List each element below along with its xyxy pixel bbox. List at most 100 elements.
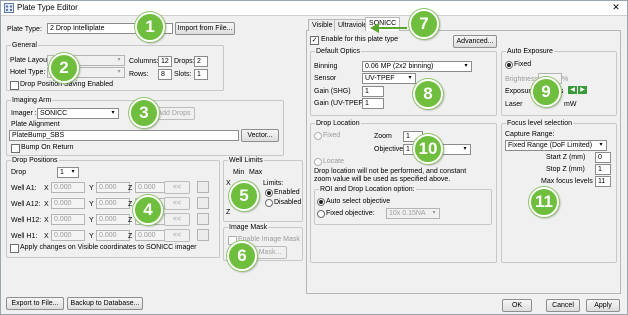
x-label: X (44, 217, 49, 224)
capture-position-icon[interactable] (197, 181, 209, 193)
enable-plate-type-checkbox[interactable]: ✓ (310, 36, 319, 45)
rows-label: Rows: (129, 71, 149, 78)
add-drops-button[interactable]: Add Drops (153, 107, 195, 120)
tab-visible[interactable]: Visible (308, 19, 337, 31)
callout-2-badge: 2 (49, 53, 79, 83)
columns-input[interactable]: 12 (158, 56, 172, 67)
import-from-file-button[interactable]: Import from File... (175, 22, 235, 35)
imager-select[interactable]: SONICC ▾ (37, 108, 119, 119)
vector-button[interactable]: Vector... (241, 129, 279, 142)
rows-input[interactable]: 8 (158, 69, 172, 80)
drop-location-note: Drop location will not be performed, and… (314, 168, 467, 183)
backup-to-database-button[interactable]: Backup to Database... (67, 297, 143, 310)
capture-position-icon[interactable] (197, 197, 209, 209)
well-y-input[interactable]: 0.000 (96, 230, 130, 241)
well-y-input[interactable]: 0.000 (96, 214, 130, 225)
gain-uv-label: Gain (UV-TPEF) (314, 100, 365, 107)
go-to-well-button[interactable]: << (164, 181, 190, 194)
plate-type-editor-window: Plate Type Editor ✕ Plate Type: 2 Drop I… (0, 0, 628, 315)
apply-changes-checkbox[interactable] (10, 244, 19, 253)
well-limits-caption: Well Limits (228, 156, 264, 165)
go-to-well-button[interactable]: << (164, 229, 190, 242)
max-focus-input[interactable]: 11 (595, 176, 611, 187)
advanced-button[interactable]: Advanced... (453, 35, 497, 48)
chevron-down-icon: ▾ (464, 63, 468, 69)
binning-select[interactable]: 0.06 MP (2x2 binning) ▾ (362, 61, 472, 72)
drop-position-saving-checkbox[interactable] (10, 81, 19, 90)
plate-alignment-input[interactable]: PlateBump_SBS (9, 130, 239, 141)
exposure-up-icon[interactable]: ▶ (578, 86, 587, 94)
well-x-input[interactable]: 0.000 (51, 214, 85, 225)
locate-radio[interactable] (314, 158, 322, 166)
auto-select-objective-radio[interactable] (317, 198, 325, 206)
exposure-fixed-radio[interactable] (505, 61, 513, 69)
gain-uv-input[interactable]: 1 (362, 98, 384, 109)
gain-shg-input[interactable]: 1 (362, 86, 384, 97)
slots-input[interactable]: 1 (194, 69, 208, 80)
close-icon[interactable]: ✕ (609, 1, 623, 14)
fixed-objective-select[interactable]: 10x 0.15NA ▾ (386, 208, 440, 219)
callout-6-badge: 6 (227, 241, 257, 271)
stop-z-input[interactable]: 1 (595, 164, 611, 175)
drop-positions-caption: Drop Positions (11, 156, 59, 165)
app-icon (4, 3, 14, 13)
min-label: Min (233, 169, 245, 176)
drop-location-caption: Drop Location (315, 119, 361, 128)
capture-position-icon[interactable] (197, 213, 209, 225)
go-to-well-button[interactable]: << (164, 213, 190, 226)
chevron-down-icon: ▾ (111, 110, 115, 116)
limits-disabled-radio[interactable] (265, 199, 273, 207)
z-label: Z (128, 217, 133, 224)
locate-label: Locate (323, 158, 345, 165)
capture-position-icon[interactable] (197, 229, 209, 241)
roi-group: ROI and Drop Location option: (314, 185, 492, 225)
callout-10-badge: 10 (413, 134, 443, 164)
auto-exposure-caption: Auto Exposure (506, 47, 554, 56)
drop-select[interactable]: 1 ▾ (57, 167, 79, 178)
gain-shg-label: Gain (SHG) (314, 88, 351, 95)
capture-range-select[interactable]: Fixed Range (DoF Limited) ▾ (505, 140, 607, 151)
export-to-file-button[interactable]: Export to File... (6, 297, 64, 310)
default-optics-caption: Default Optics (315, 47, 361, 56)
callout-4-badge: 4 (133, 195, 163, 225)
exposure-down-icon[interactable]: ◀ (568, 86, 577, 94)
zoom-label: Zoom (374, 133, 392, 140)
well-x-input[interactable]: 0.000 (51, 182, 85, 193)
max-label: Max (249, 169, 263, 176)
mask-button[interactable]: Mask... (253, 246, 287, 259)
drop-location-fixed-label: Fixed (323, 132, 341, 139)
well-y-input[interactable]: 0.000 (96, 198, 130, 209)
fixed-objective-radio[interactable] (317, 210, 325, 218)
limits-enabled-radio[interactable] (265, 189, 273, 197)
go-to-well-button[interactable]: << (164, 197, 190, 210)
well-z-input[interactable]: 0.000 (135, 182, 165, 193)
ok-button[interactable]: OK (502, 299, 532, 312)
well-y-input[interactable]: 0.000 (96, 182, 130, 193)
x-label: X (44, 185, 49, 192)
callout-1-badge: 1 (135, 12, 165, 42)
apply-button[interactable]: Apply (586, 299, 620, 312)
well-z-input[interactable]: 0.000 (135, 230, 165, 241)
drop-location-fixed-radio[interactable] (314, 132, 322, 140)
columns-label: Columns: (129, 58, 159, 65)
binning-label: Binning (314, 63, 338, 70)
max-focus-label: Max focus levels (541, 178, 593, 185)
enable-plate-type-label: Enable for this plate type (321, 36, 399, 43)
roi-caption: ROI and Drop Location option: (319, 185, 416, 194)
bump-on-return-label: Bump On Return (21, 144, 74, 151)
limits-enabled-label: Enabled (274, 189, 300, 196)
laser-mw: mW (564, 101, 577, 108)
plate-type-label: Plate Type: (7, 26, 42, 33)
binning-value: 0.06 MP (2x2 binning) (365, 63, 434, 70)
limits-disabled-label: Disabled (274, 199, 302, 206)
cancel-button[interactable]: Cancel (546, 299, 580, 312)
capture-range-value: Fixed Range (DoF Limited) (508, 142, 593, 149)
sensor-select[interactable]: UV-TPEF ▾ (362, 73, 416, 84)
bump-on-return-checkbox[interactable] (11, 144, 20, 153)
well-x-input[interactable]: 0.000 (51, 230, 85, 241)
drops-input[interactable]: 2 (194, 56, 208, 67)
start-z-input[interactable]: 0 (595, 152, 611, 163)
well-x-input[interactable]: 0.000 (51, 198, 85, 209)
drop-label: Drop (11, 169, 27, 176)
title-bar: Plate Type Editor ✕ (1, 1, 627, 16)
